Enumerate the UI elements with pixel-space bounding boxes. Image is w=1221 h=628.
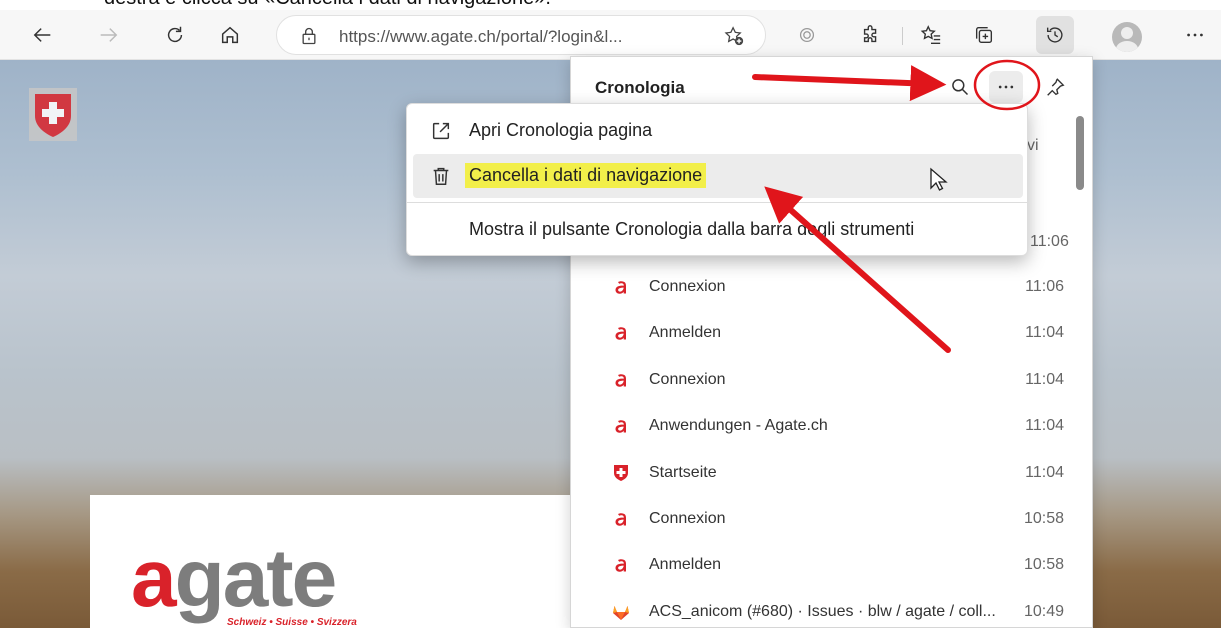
home-button[interactable] — [211, 16, 249, 54]
back-button[interactable] — [24, 16, 62, 54]
browser-toolbar: https://www.agate.ch/portal/?login&l... — [0, 10, 1221, 60]
pin-icon — [1047, 78, 1065, 96]
agate-icon — [611, 323, 631, 343]
history-entry-title: Connexion — [649, 370, 726, 388]
history-entry-time: 11:04 — [1025, 417, 1064, 435]
history-entry-title: Connexion — [649, 510, 726, 527]
gitlab-icon — [611, 602, 631, 622]
swiss-shield-logo — [29, 88, 77, 141]
collections-button[interactable] — [965, 16, 1003, 54]
search-history-button[interactable] — [947, 74, 973, 100]
search-icon — [952, 79, 969, 96]
menu-item-label: Cancella i dati di navigazione — [465, 163, 707, 188]
history-entry[interactable]: Anmelden 10:58 — [611, 545, 1066, 585]
tracking-prevention-icon — [799, 27, 815, 43]
home-icon — [221, 26, 239, 44]
tutorial-caption: destra e clicca su «Cancella i dati di n… — [0, 0, 1221, 10]
history-entry-time: 10:49 — [1023, 602, 1064, 620]
favorites-list-icon — [920, 25, 941, 44]
history-entry-time: 11:04 — [1025, 324, 1064, 342]
history-entry-title: ACS_anicom (#680) · Issues · blw / agate… — [649, 602, 996, 620]
puzzle-icon — [863, 25, 877, 43]
forward-button[interactable] — [89, 16, 127, 54]
history-entry-time: 10:58 — [1023, 556, 1064, 574]
refresh-button[interactable] — [156, 16, 194, 54]
add-favorite-icon[interactable] — [723, 25, 745, 47]
collections-icon — [975, 26, 993, 44]
history-entry-time: 11:06 — [1025, 278, 1064, 295]
toolbar-separator — [902, 27, 903, 45]
history-entry[interactable]: Anwendungen - Agate.ch 11:04 — [611, 406, 1066, 446]
forward-arrow-icon — [100, 28, 118, 42]
swiss-shield-icon — [611, 463, 631, 483]
address-bar[interactable]: https://www.agate.ch/portal/?login&l... — [276, 15, 766, 55]
swiss-shield-icon — [35, 94, 71, 137]
history-entry-time: 11:04 — [1025, 370, 1064, 388]
history-entry-time: 11:04 — [1025, 463, 1064, 481]
menu-item-label: Apri Cronologia pagina — [469, 120, 653, 140]
agate-icon — [611, 416, 631, 436]
settings-more-button[interactable] — [1176, 16, 1214, 54]
menu-divider — [407, 202, 1027, 203]
history-entry-title: Anmelden — [649, 556, 722, 574]
history-entry[interactable]: Connexion 11:06 — [611, 267, 1066, 307]
agate-icon — [611, 370, 631, 390]
lock-icon — [302, 27, 316, 45]
history-entry[interactable]: Connexion 11:04 — [611, 360, 1066, 400]
menu-item-open-history-page[interactable]: Apri Cronologia pagina — [413, 109, 1023, 153]
screen: destra e clicca su «Cancella i dati di n… — [0, 0, 1221, 628]
menu-item-show-history-button[interactable]: Mostra il pulsante Cronologia dalla barr… — [413, 208, 1023, 252]
pin-panel-button[interactable] — [1041, 73, 1069, 101]
url-text: https://www.agate.ch/portal/?login&l... — [339, 27, 623, 46]
more-horizontal-icon — [1187, 33, 1203, 37]
agate-logo: agate Schweiz • Suisse • Svizzera — [131, 538, 357, 628]
tracking-button[interactable] — [788, 16, 826, 54]
history-toolbar-button[interactable] — [1036, 16, 1074, 54]
history-entry[interactable]: Startseite 11:04 — [611, 453, 1066, 493]
menu-item-label: Mostra il pulsante Cronologia dalla barr… — [469, 219, 915, 239]
open-external-icon — [432, 122, 450, 140]
history-entry[interactable]: ACS_anicom (#680) · Issues · blw / agate… — [611, 592, 1066, 628]
history-entry-time: 10:58 — [1023, 510, 1064, 527]
history-entry-title: Anmelden — [649, 324, 722, 342]
logo-letter: a — [131, 533, 177, 624]
obscured-time: 11:06 — [1030, 233, 1069, 250]
history-icon — [1046, 27, 1063, 43]
history-entry-title: Anwendungen - Agate.ch — [649, 417, 828, 435]
caption-text: destra e clicca su «Cancella i dati di n… — [104, 0, 551, 10]
more-options-button[interactable] — [989, 71, 1023, 103]
agate-icon — [611, 555, 631, 575]
history-panel-title: Cronologia — [595, 78, 685, 97]
obscured-text: vi — [1027, 137, 1039, 154]
history-entry-title: Connexion — [649, 278, 726, 295]
history-entry[interactable]: Anmelden 11:04 — [611, 313, 1066, 353]
history-entry-title: Startseite — [649, 463, 717, 481]
refresh-icon — [167, 26, 183, 43]
history-entry[interactable]: Connexion 10:58 — [611, 499, 1066, 539]
trash-icon — [433, 167, 449, 185]
logo-tagline: Schweiz • Suisse • Svizzera — [227, 617, 357, 628]
more-horizontal-icon — [998, 85, 1014, 89]
profile-avatar[interactable] — [1112, 22, 1142, 52]
scrollbar-thumb[interactable] — [1076, 116, 1084, 190]
agate-icon — [611, 277, 631, 297]
logo-word: gate — [174, 533, 338, 624]
agate-icon — [611, 509, 631, 529]
mouse-cursor-icon — [930, 167, 948, 191]
back-arrow-icon — [33, 28, 51, 42]
extensions-button[interactable] — [852, 16, 890, 54]
favorites-button[interactable] — [912, 16, 950, 54]
